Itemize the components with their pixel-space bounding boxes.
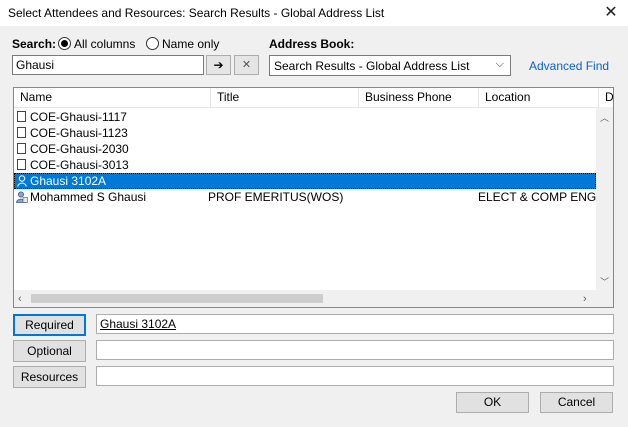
- scrollbar-corner: [596, 290, 613, 307]
- col-header-title[interactable]: Title: [211, 88, 359, 107]
- row-name: COE-Ghausi-3013: [30, 158, 129, 172]
- row-title: PROF EMERITUS(WOS): [208, 190, 344, 204]
- advanced-find-link[interactable]: Advanced Find: [529, 59, 609, 73]
- scroll-up-icon[interactable]: ︿: [600, 111, 609, 124]
- title-bar: Select Attendees and Resources: Search R…: [0, 0, 628, 26]
- col-header-name[interactable]: Name: [14, 88, 211, 107]
- chevron-down-icon: ⌵: [495, 58, 504, 70]
- optional-field[interactable]: [96, 340, 614, 360]
- table-row-selected[interactable]: Ghausi 3102A: [14, 173, 596, 189]
- arrow-right-icon: ➔: [213, 58, 224, 72]
- row-name: COE-Ghausi-2030: [30, 142, 129, 156]
- dialog-title: Select Attendees and Resources: Search R…: [8, 6, 385, 20]
- scroll-down-icon[interactable]: ﹀: [600, 275, 609, 288]
- cancel-button[interactable]: Cancel: [540, 392, 613, 413]
- radio-all-columns-label[interactable]: All columns: [74, 37, 135, 51]
- table-row[interactable]: COE-Ghausi-1117: [14, 109, 596, 125]
- table-row[interactable]: COE-Ghausi-3013: [14, 157, 596, 173]
- row-name: Mohammed S Ghausi: [30, 190, 147, 204]
- clear-search-button[interactable]: ✕: [234, 55, 259, 75]
- required-field[interactable]: Ghausi 3102A: [96, 314, 614, 334]
- room-icon: [17, 111, 26, 122]
- contact-icon: [16, 191, 28, 203]
- row-name: Ghausi 3102A: [30, 174, 107, 188]
- address-book-dropdown[interactable]: Search Results - Global Address List ⌵: [269, 55, 511, 76]
- resources-field[interactable]: [96, 366, 614, 386]
- horizontal-scroll-thumb[interactable]: [31, 294, 323, 303]
- resources-button[interactable]: Resources: [13, 366, 86, 388]
- table-row[interactable]: COE-Ghausi-1123: [14, 125, 596, 141]
- close-icon[interactable]: ✕: [600, 2, 622, 24]
- radio-name-only-label[interactable]: Name only: [162, 37, 219, 51]
- optional-button[interactable]: Optional: [13, 340, 86, 362]
- scroll-left-icon[interactable]: ‹: [18, 293, 22, 305]
- go-button[interactable]: ➔: [206, 55, 231, 75]
- list-header: Name Title Business Phone Location D: [14, 88, 613, 108]
- address-book-value: Search Results - Global Address List: [274, 59, 470, 73]
- address-book-label: Address Book:: [269, 37, 355, 51]
- ok-button[interactable]: OK: [456, 392, 529, 413]
- search-input[interactable]: Ghausi: [12, 55, 204, 75]
- scroll-right-icon[interactable]: ›: [583, 293, 587, 305]
- horizontal-scrollbar[interactable]: ‹ ›: [14, 290, 596, 307]
- results-list[interactable]: Name Title Business Phone Location D COE…: [13, 87, 614, 308]
- required-recipient[interactable]: Ghausi 3102A: [100, 317, 176, 331]
- col-header-business-phone[interactable]: Business Phone: [359, 88, 479, 107]
- room-icon: [17, 159, 26, 170]
- clear-icon: ✕: [241, 59, 252, 71]
- row-location: ELECT & COMP ENGR: [478, 190, 605, 204]
- required-button[interactable]: Required: [13, 314, 86, 336]
- col-header-department[interactable]: D: [599, 88, 613, 107]
- person-icon: [17, 175, 27, 187]
- radio-all-columns[interactable]: [58, 37, 71, 50]
- table-row[interactable]: COE-Ghausi-2030: [14, 141, 596, 157]
- table-row[interactable]: Mohammed S Ghausi PROF EMERITUS(WOS) ELE…: [14, 189, 605, 205]
- search-label: Search:: [12, 37, 57, 51]
- vertical-scrollbar[interactable]: ︿ ﹀: [596, 107, 613, 292]
- row-name: COE-Ghausi-1123: [30, 126, 128, 140]
- select-attendees-dialog: Select Attendees and Resources: Search R…: [0, 0, 628, 427]
- radio-name-only[interactable]: [146, 37, 159, 50]
- room-icon: [17, 127, 26, 138]
- col-header-location[interactable]: Location: [479, 88, 599, 107]
- room-icon: [17, 143, 26, 154]
- row-name: COE-Ghausi-1117: [30, 110, 127, 124]
